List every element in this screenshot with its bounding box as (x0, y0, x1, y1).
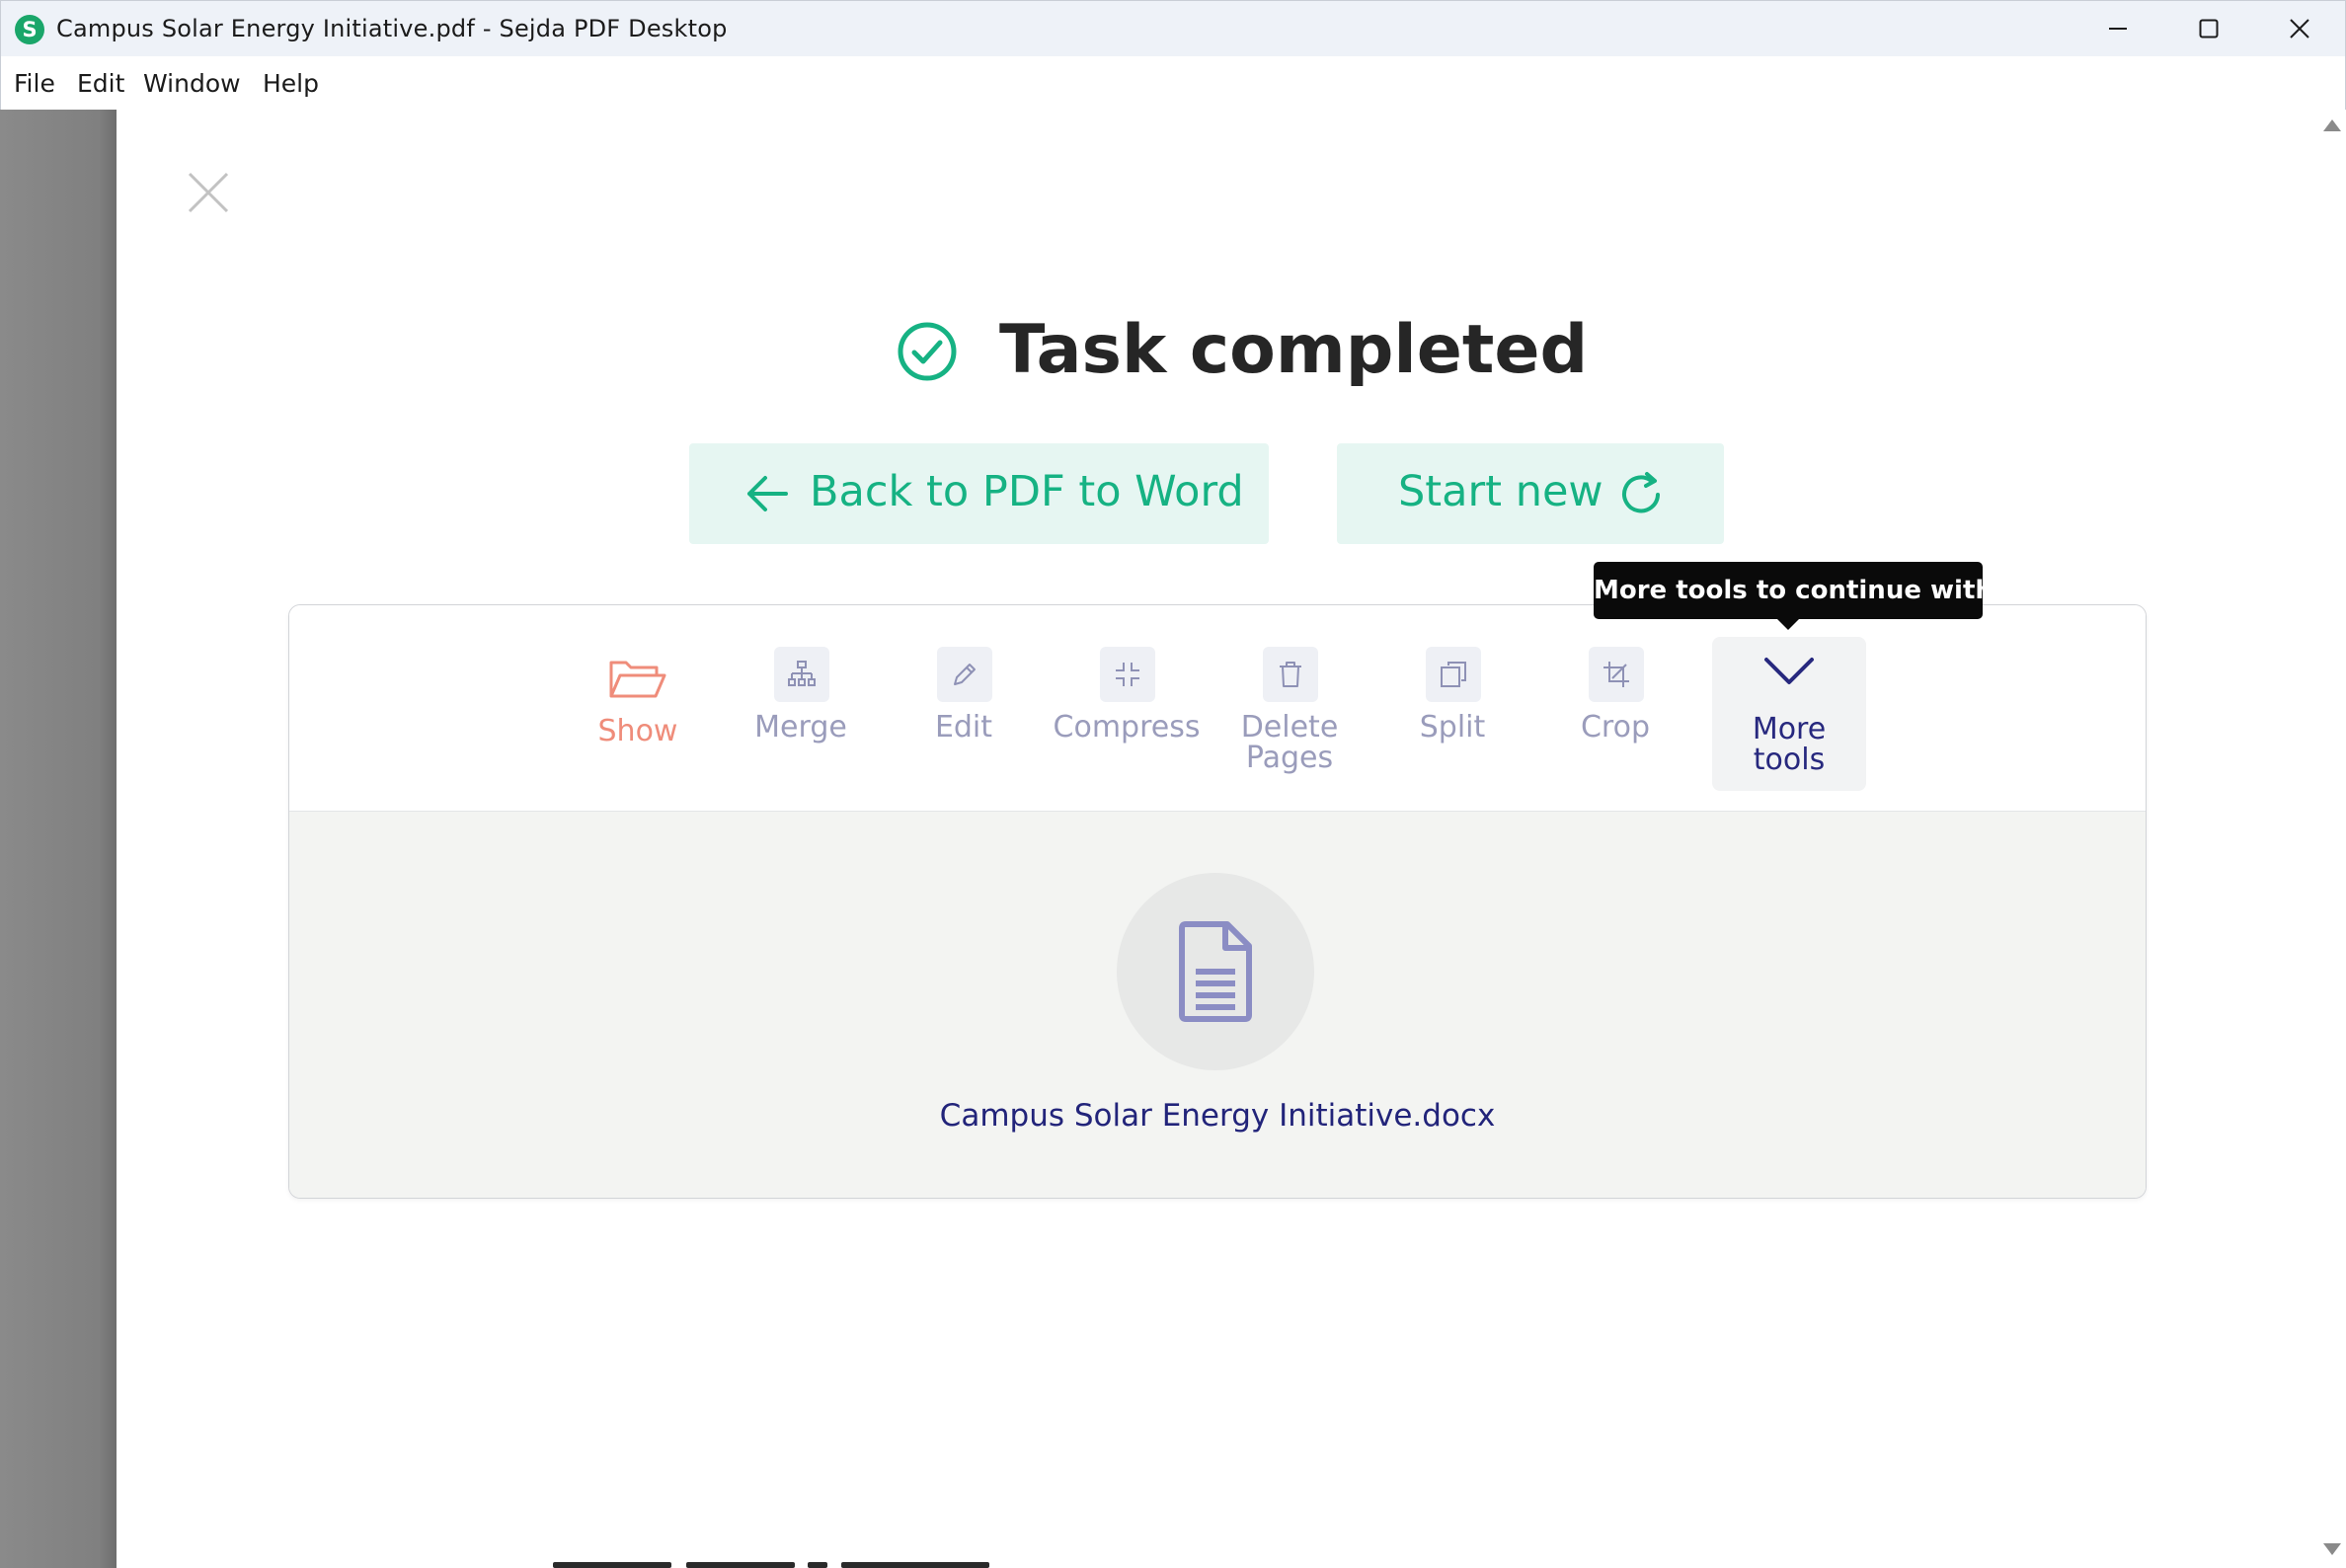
tool-more-tools-label: More tools (1752, 712, 1827, 777)
start-new-label: Start new (1398, 467, 1603, 516)
menu-window[interactable]: Window (143, 69, 241, 98)
scroll-up-arrow-icon[interactable] (2323, 119, 2341, 131)
menu-bar: File Edit Window Help (0, 56, 2346, 110)
tool-compress[interactable]: Compress (1053, 635, 1201, 793)
menu-file[interactable]: File (14, 69, 55, 98)
tool-edit-label: Edit (934, 710, 993, 745)
scroll-down-arrow-icon[interactable] (2323, 1543, 2341, 1555)
merge-icon (774, 647, 829, 702)
minimize-button[interactable] (2072, 1, 2163, 57)
back-button-label: Back to PDF to Word (810, 467, 1244, 516)
title-bar: S Campus Solar Energy Initiative.pdf - S… (0, 0, 2346, 56)
tool-merge-label: Merge (754, 710, 847, 745)
tool-show[interactable]: Show (564, 635, 712, 793)
trash-icon (1263, 647, 1318, 702)
split-icon (1426, 647, 1481, 702)
close-icon (188, 172, 229, 213)
check-circle-icon (898, 322, 957, 381)
tool-edit[interactable]: Edit (890, 635, 1038, 793)
pencil-icon (937, 647, 992, 702)
tool-crop[interactable]: Crop (1541, 635, 1689, 793)
start-new-button[interactable]: Start new (1337, 443, 1724, 544)
arrow-left-icon (747, 476, 788, 511)
tool-split[interactable]: Split (1378, 635, 1526, 793)
maximize-button[interactable] (2163, 1, 2254, 57)
vertical-scrollbar[interactable] (2315, 110, 2346, 1568)
tool-show-label: Show (597, 714, 678, 748)
document-backdrop (0, 110, 117, 1568)
back-to-tool-button[interactable]: Back to PDF to Word (689, 443, 1269, 544)
tooltip-arrow (1776, 618, 1800, 630)
tool-merge[interactable]: Merge (727, 635, 875, 793)
chevron-down-icon (1764, 658, 1814, 684)
tool-compress-label: Compress (1053, 710, 1201, 745)
menu-edit[interactable]: Edit (77, 69, 124, 98)
refresh-icon (1622, 472, 1660, 513)
crop-icon (1589, 647, 1644, 702)
folder-open-icon (609, 661, 666, 698)
window-close-button[interactable] (2254, 1, 2345, 57)
tool-crop-label: Crop (1580, 710, 1651, 745)
tools-strip: Show Merge Edit Compress Delete Pages Sp… (289, 605, 2146, 812)
close-icon (2290, 19, 2309, 39)
tool-split-label: Split (1419, 710, 1486, 745)
window-title: Campus Solar Energy Initiative.pdf - Sej… (56, 15, 728, 42)
document-icon (1179, 921, 1252, 1022)
output-file-thumbnail[interactable] (1117, 873, 1314, 1070)
more-tools-tooltip: More tools to continue with (1594, 562, 1994, 619)
output-file-link[interactable]: Campus Solar Energy Initiative.docx (289, 1098, 2146, 1134)
menu-help[interactable]: Help (263, 69, 319, 98)
page-title: Task completed (999, 311, 1589, 389)
tool-delete-pages[interactable]: Delete Pages (1215, 635, 1364, 793)
tool-delete-pages-label: Delete Pages (1240, 710, 1339, 775)
minimize-icon (2109, 28, 2127, 30)
continue-tools-panel: Show Merge Edit Compress Delete Pages Sp… (288, 604, 2147, 1199)
document-page-peek (553, 1556, 997, 1568)
output-file-area: Campus Solar Energy Initiative.docx (289, 812, 2146, 1198)
maximize-icon (2199, 19, 2219, 39)
app-logo-icon: S (15, 15, 44, 44)
close-task-button[interactable] (186, 170, 231, 215)
compress-icon (1100, 647, 1155, 702)
tool-more-tools[interactable]: More tools (1712, 637, 1866, 791)
